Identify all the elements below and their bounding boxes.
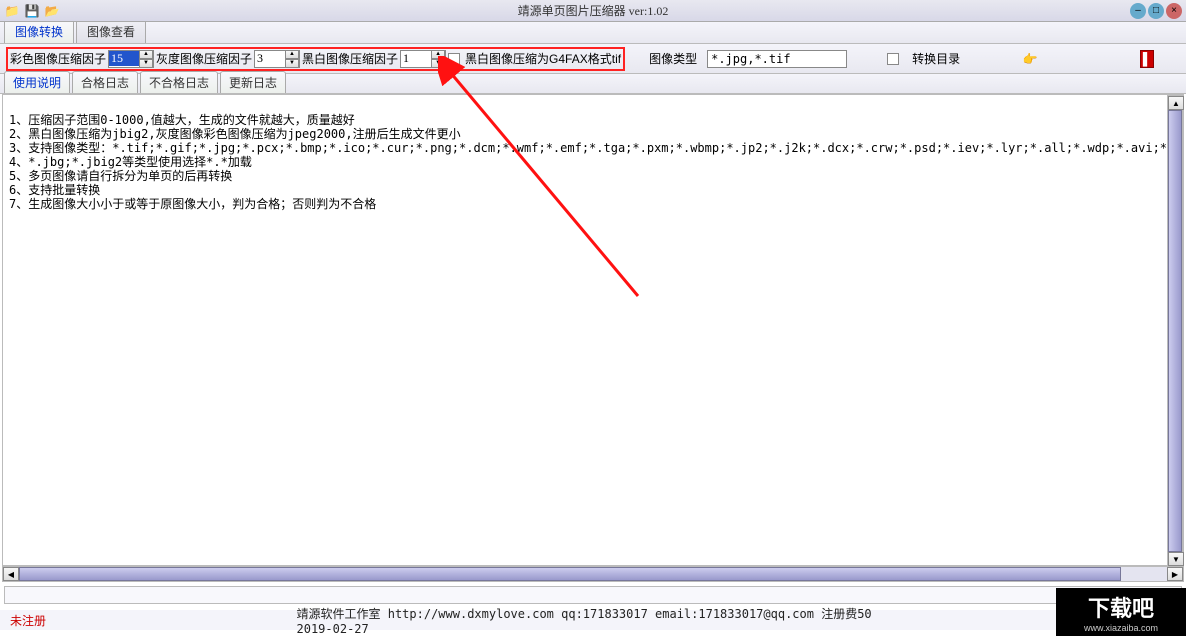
footer-info: 靖源软件工作室 http://www.dxmylove.com qq:17183…: [297, 605, 890, 636]
instruction-line: 7、生成图像大小小于或等于原图像大小，判为合格；否则判为不合格: [9, 197, 376, 211]
main-tabs: 图像转换 图像查看: [0, 22, 1186, 44]
vertical-scroll-thumb[interactable]: [1168, 110, 1182, 552]
color-factor-up[interactable]: ▲: [139, 50, 153, 59]
instruction-line: 3、支持图像类型：*.tif;*.gif;*.jpg;*.pcx;*.bmp;*…: [9, 141, 1184, 155]
bw-factor-input[interactable]: ▲ ▼: [400, 50, 446, 68]
progress-bar: [4, 586, 1182, 604]
tab-pass-log[interactable]: 合格日志: [72, 71, 138, 93]
gray-factor-field[interactable]: [255, 51, 285, 66]
titlebar: 📁 💾 📂 靖源单页图片压缩器 ver:1.02 – □ ×: [0, 0, 1186, 22]
convert-dir-label: 转换目录: [912, 50, 960, 67]
save-icon[interactable]: 💾: [24, 3, 40, 19]
app-icon: 📁: [4, 3, 20, 19]
folder-icon[interactable]: 📂: [44, 3, 60, 19]
bw-factor-field[interactable]: [401, 51, 431, 66]
sub-tabs: 使用说明 合格日志 不合格日志 更新日志: [0, 74, 1186, 94]
horizontal-scrollbar[interactable]: ◀ ▶: [2, 566, 1184, 582]
scroll-left-button[interactable]: ◀: [3, 567, 19, 581]
instruction-line: 6、支持批量转换: [9, 183, 100, 197]
watermark-text: 下载吧: [1088, 591, 1154, 623]
toolbar: 彩色图像压缩因子 ▲ ▼ 灰度图像压缩因子 ▲ ▼ 黑白图像压缩因子 ▲ ▼ 黑…: [0, 44, 1186, 74]
instructions-panel: 1、压缩因子范围0-1000,值越大，生成的文件就越大，质量越好 2、黑白图像压…: [2, 94, 1184, 566]
color-factor-input[interactable]: ▲ ▼: [108, 50, 154, 68]
scroll-up-button[interactable]: ▲: [1168, 96, 1184, 110]
scroll-right-button[interactable]: ▶: [1167, 567, 1183, 581]
exit-icon[interactable]: ▌: [1140, 50, 1154, 68]
watermark-url: www.xiazaiba.com: [1084, 623, 1158, 633]
g4fax-label: 黑白图像压缩为G4FAX格式tif: [465, 50, 621, 67]
watermark: 下载吧 www.xiazaiba.com: [1056, 588, 1186, 636]
registration-status: 未注册: [10, 612, 46, 629]
image-type-input[interactable]: [707, 50, 847, 68]
color-factor-down[interactable]: ▼: [139, 59, 153, 68]
compression-factor-group: 彩色图像压缩因子 ▲ ▼ 灰度图像压缩因子 ▲ ▼ 黑白图像压缩因子 ▲ ▼ 黑…: [6, 47, 625, 71]
bw-factor-down[interactable]: ▼: [431, 59, 445, 68]
horizontal-scroll-thumb[interactable]: [19, 567, 1121, 581]
gray-factor-up[interactable]: ▲: [285, 50, 299, 59]
instruction-line: 5、多页图像请自行拆分为单页的后再转换: [9, 169, 232, 183]
window-title: 靖源单页图片压缩器 ver:1.02: [518, 2, 669, 19]
tab-instructions[interactable]: 使用说明: [4, 71, 70, 93]
color-factor-field[interactable]: [109, 51, 139, 66]
gray-factor-label: 灰度图像压缩因子: [156, 50, 252, 67]
browse-icon[interactable]: 👉: [1020, 51, 1040, 67]
maximize-button[interactable]: □: [1148, 3, 1164, 19]
g4fax-checkbox[interactable]: [448, 53, 460, 65]
close-button[interactable]: ×: [1166, 3, 1182, 19]
image-type-label: 图像类型: [649, 50, 697, 67]
tab-fail-log[interactable]: 不合格日志: [140, 71, 218, 93]
tab-image-convert[interactable]: 图像转换: [4, 19, 74, 43]
instruction-line: 2、黑白图像压缩为jbig2,灰度图像彩色图像压缩为jpeg2000,注册后生成…: [9, 127, 461, 141]
instruction-line: 4、*.jbg;*.jbig2等类型使用选择*.*加载: [9, 155, 252, 169]
color-factor-label: 彩色图像压缩因子: [10, 50, 106, 67]
tab-update-log[interactable]: 更新日志: [220, 71, 286, 93]
bw-factor-label: 黑白图像压缩因子: [302, 50, 398, 67]
minimize-button[interactable]: –: [1130, 3, 1146, 19]
status-bar: 未注册 靖源软件工作室 http://www.dxmylove.com qq:1…: [0, 610, 1186, 630]
bw-factor-up[interactable]: ▲: [431, 50, 445, 59]
instruction-line: 1、压缩因子范围0-1000,值越大，生成的文件就越大，质量越好: [9, 113, 355, 127]
tab-image-view[interactable]: 图像查看: [76, 19, 146, 43]
scroll-down-button[interactable]: ▼: [1168, 552, 1184, 566]
gray-factor-down[interactable]: ▼: [285, 59, 299, 68]
gray-factor-input[interactable]: ▲ ▼: [254, 50, 300, 68]
vertical-scrollbar[interactable]: ▲ ▼: [1167, 95, 1183, 567]
convert-dir-checkbox[interactable]: [887, 53, 899, 65]
